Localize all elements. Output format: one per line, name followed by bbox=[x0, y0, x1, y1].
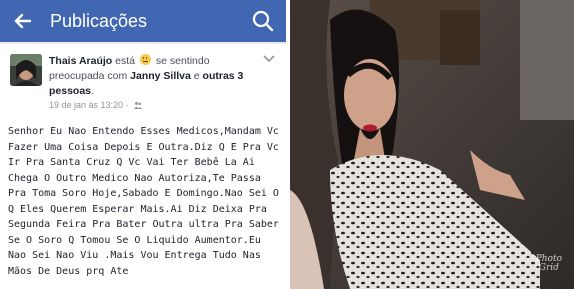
photo-grid-watermark: Photo Grid bbox=[535, 254, 562, 273]
search-button[interactable] bbox=[248, 6, 278, 36]
connector-text: e bbox=[193, 70, 200, 82]
post-meta: 19 de jan às 13:20 · bbox=[49, 100, 143, 110]
arrow-left-icon bbox=[14, 13, 32, 29]
post-timestamp[interactable]: 19 de jan às 13:20 bbox=[49, 100, 123, 110]
facebook-post-screenshot: Publicações Thais Araújo está se sentind… bbox=[0, 0, 286, 289]
search-icon bbox=[252, 10, 274, 32]
chevron-down-icon bbox=[263, 55, 275, 63]
post-body-text: Senhor Eu Nao Entendo Esses Medicos,Mand… bbox=[8, 126, 279, 277]
author-avatar[interactable] bbox=[10, 54, 42, 86]
author-name[interactable]: Thais Araújo bbox=[49, 55, 112, 67]
period-text: . bbox=[91, 85, 94, 97]
action-prefix: está bbox=[115, 55, 135, 67]
back-button[interactable] bbox=[8, 6, 38, 36]
meta-separator: · bbox=[125, 100, 129, 110]
friends-icon bbox=[134, 101, 143, 109]
post-header: Thais Araújo está se sentindo preocupada… bbox=[49, 54, 264, 99]
post-photo: Photo Grid bbox=[290, 0, 574, 289]
slightly-worried-face-icon bbox=[139, 54, 151, 65]
avatar-photo bbox=[10, 54, 42, 86]
tagged-person-link[interactable]: Janny Sillva bbox=[130, 70, 191, 82]
selfie-photo bbox=[290, 0, 574, 289]
page-title: Publicações bbox=[50, 11, 148, 31]
post-options-button[interactable] bbox=[262, 54, 276, 64]
post-card: Thais Araújo está se sentindo preocupada… bbox=[0, 44, 286, 289]
app-top-bar: Publicações bbox=[0, 0, 286, 42]
